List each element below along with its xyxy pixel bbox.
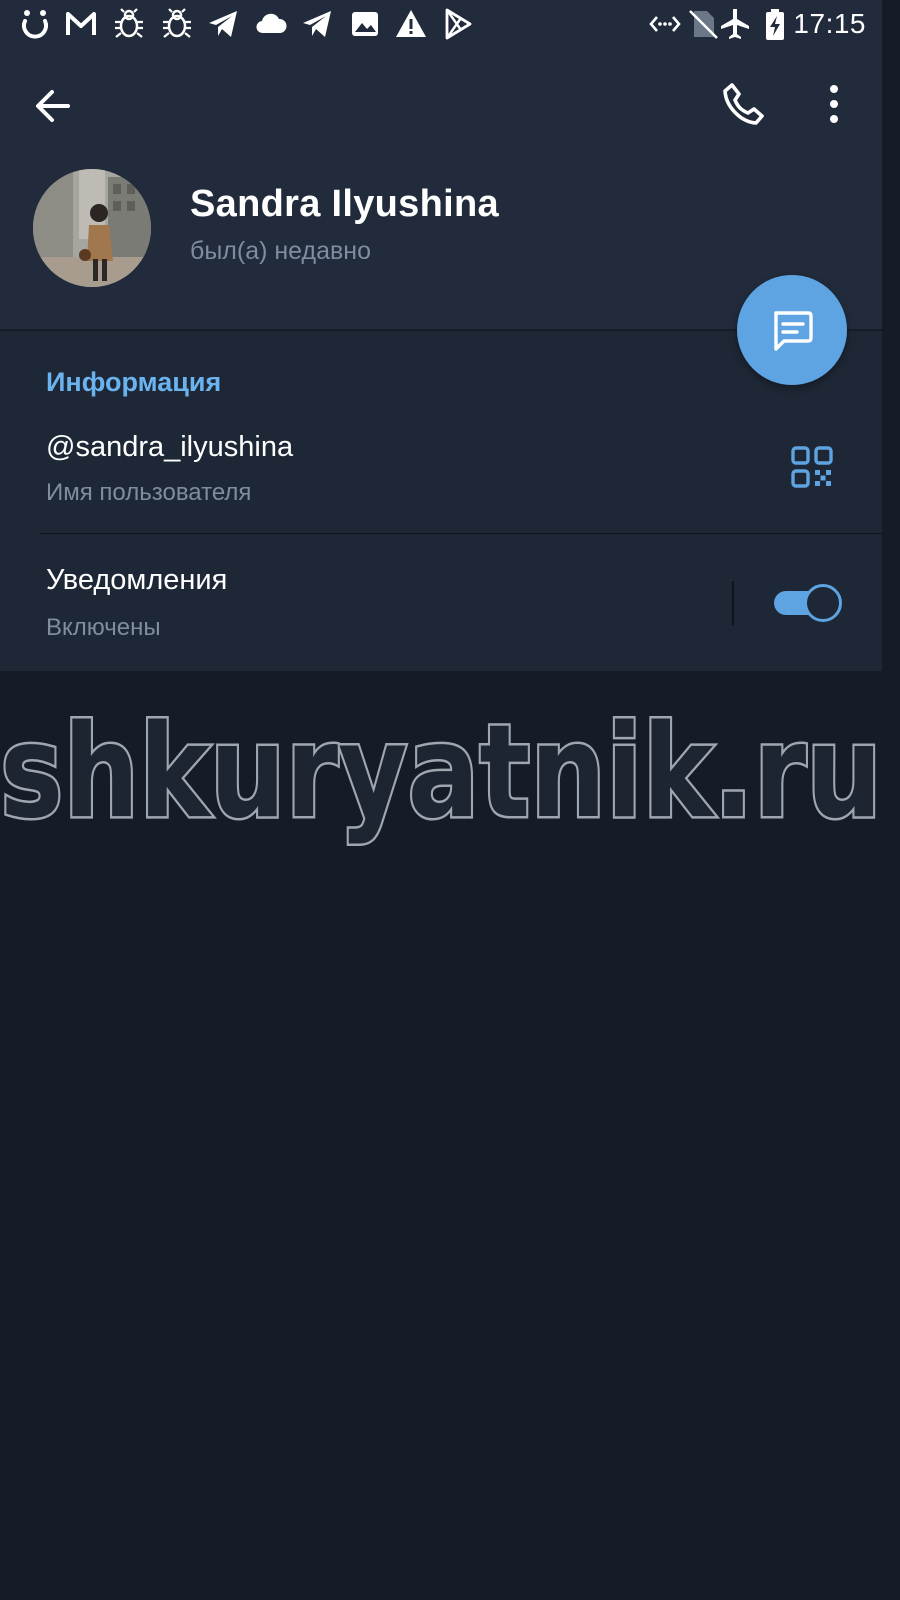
avatar[interactable] [33, 169, 151, 287]
profile-header: Sandra Ilyushina был(а) недавно [0, 50, 882, 329]
watermark-text: shkuryatnik.ru [0, 706, 882, 847]
more-vertical-icon [830, 85, 838, 123]
telegram-icon [206, 7, 240, 41]
more-options-button[interactable] [812, 78, 856, 130]
status-bar: 17:15 [0, 0, 882, 50]
play-store-icon [440, 7, 474, 41]
notifications-title: Уведомления [46, 564, 228, 596]
username-row[interactable]: @sandra_ilyushina Имя пользователя [0, 419, 882, 533]
spinner-icon [18, 7, 52, 41]
call-button[interactable] [716, 78, 768, 130]
back-button[interactable] [30, 82, 78, 130]
username-value: @sandra_ilyushina [46, 431, 294, 463]
telegram-icon [300, 7, 334, 41]
gmail-icon [64, 7, 98, 41]
phone-icon [723, 83, 764, 125]
clock: 17:15 [793, 8, 866, 39]
cloud-icon [254, 7, 288, 41]
vertical-separator [732, 581, 734, 625]
image-icon [348, 7, 382, 41]
airplane-icon [718, 7, 752, 41]
arrow-left-icon [36, 90, 70, 122]
warning-icon [394, 7, 428, 41]
watermark: shkuryatnik.ru [0, 706, 882, 856]
notifications-row[interactable]: Уведомления Включены [0, 534, 882, 671]
toggle-knob [804, 584, 842, 622]
info-section: Информация @sandra_ilyushina Имя пользов… [0, 331, 882, 671]
qr-code-button[interactable] [790, 445, 834, 489]
data-saver-icon [648, 7, 682, 41]
message-icon [774, 311, 813, 351]
battery-charging-icon [758, 7, 792, 41]
send-message-fab[interactable] [737, 275, 847, 385]
qr-code-icon [791, 446, 833, 488]
no-sim-icon [686, 7, 720, 41]
notifications-toggle[interactable] [774, 584, 842, 622]
profile-status: был(а) недавно [190, 237, 372, 265]
bug-icon [160, 7, 194, 41]
section-title: Информация [46, 367, 222, 397]
notifications-status: Включены [46, 614, 161, 641]
watermark-graphic: shkuryatnik.ru [0, 706, 882, 850]
username-caption: Имя пользователя [46, 479, 252, 506]
bug-icon [112, 7, 146, 41]
profile-name: Sandra Ilyushina [190, 183, 499, 225]
